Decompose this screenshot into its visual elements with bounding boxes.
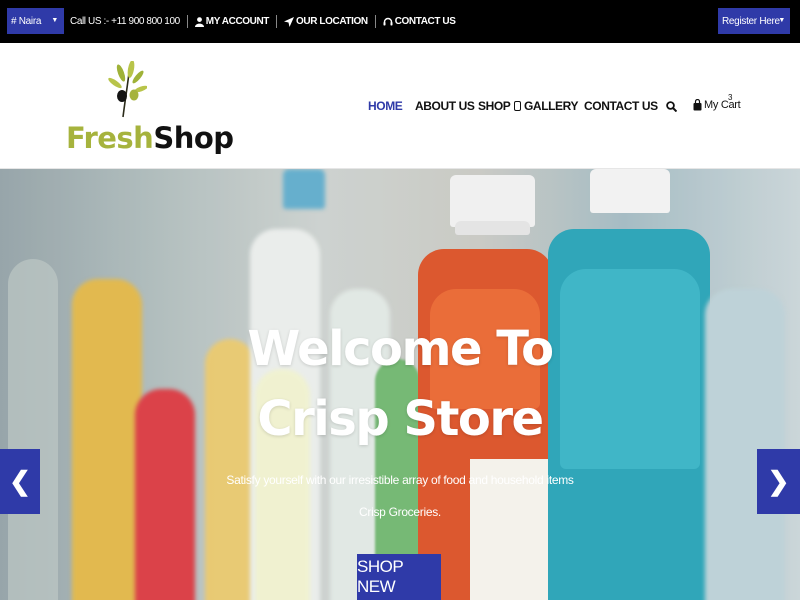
- nav-home[interactable]: Home: [368, 99, 403, 113]
- user-icon: [194, 16, 204, 27]
- dropdown-icon: [514, 101, 522, 111]
- nav-about-us[interactable]: About Us: [415, 99, 475, 113]
- shop-now-button[interactable]: Shop New: [357, 554, 441, 600]
- olive-branch-icon: [108, 61, 147, 118]
- brand-shop: Shop: [153, 121, 234, 155]
- headset-icon: [383, 17, 393, 25]
- our-location-link[interactable]: Our Location: [284, 16, 368, 27]
- currency-value: # Naira: [11, 15, 42, 27]
- divider: [374, 15, 376, 28]
- nav-shop[interactable]: Shop: [478, 99, 522, 113]
- cart-button[interactable]: My Cart 3: [693, 93, 741, 111]
- contact-us-label: Contact Us: [394, 16, 456, 27]
- hero-title-line-2: Crisp Store: [257, 391, 544, 447]
- register-label: Register Here: [722, 15, 780, 27]
- nav-shop-label: Shop: [478, 99, 511, 113]
- slider-next-button[interactable]: ❯: [757, 449, 800, 514]
- shop-now-label: Shop New: [357, 557, 403, 596]
- hero-subtitle: Satisfy yourself with our irresistible a…: [226, 473, 574, 487]
- chevron-right-icon: ❯: [767, 466, 790, 496]
- location-arrow-icon: [284, 16, 295, 27]
- top-bar: # Naira ▼ Call US :- +11 900 800 100 My …: [0, 0, 800, 43]
- our-location-label: Our Location: [296, 16, 368, 27]
- hero-tagline: Crisp Groceries.: [359, 505, 441, 519]
- logo[interactable]: FreshShop: [66, 61, 234, 161]
- brand-fresh: Fresh: [66, 121, 154, 155]
- shopping-bag-icon: [693, 99, 702, 111]
- cart-label: My Cart: [704, 99, 741, 111]
- search-button[interactable]: [666, 99, 678, 117]
- nav-gallery[interactable]: Gallery: [524, 99, 578, 113]
- chevron-left-icon: ❮: [9, 466, 31, 496]
- nav-contact-us[interactable]: Contact Us: [584, 99, 658, 113]
- hero-banner: Welcome To Crisp Store Satisfy yourself …: [0, 169, 800, 600]
- divider: [276, 15, 278, 28]
- register-dropdown[interactable]: Register Here ▼: [718, 8, 790, 34]
- caret-down-icon: ▼: [51, 17, 58, 24]
- my-account-link[interactable]: My Account: [194, 16, 270, 27]
- site-header: FreshShop Home About Us Shop Gallery Con…: [0, 43, 800, 169]
- top-info: Call US :- +11 900 800 100 My Account Ou…: [70, 0, 456, 43]
- slider-prev-button[interactable]: ❮: [0, 449, 40, 514]
- call-us-text: Call US :- +11 900 800 100: [70, 16, 180, 27]
- contact-us-link[interactable]: Contact Us: [383, 16, 456, 27]
- brand-name: FreshShop: [66, 121, 234, 155]
- search-icon: [666, 101, 678, 113]
- hero-title-line-1: Welcome To: [247, 321, 554, 377]
- caret-down-icon: ▼: [778, 17, 785, 24]
- cart-count-badge: 3: [728, 93, 733, 102]
- currency-select[interactable]: # Naira ▼: [7, 8, 64, 34]
- my-account-label: My Account: [205, 16, 270, 27]
- divider: [186, 15, 188, 28]
